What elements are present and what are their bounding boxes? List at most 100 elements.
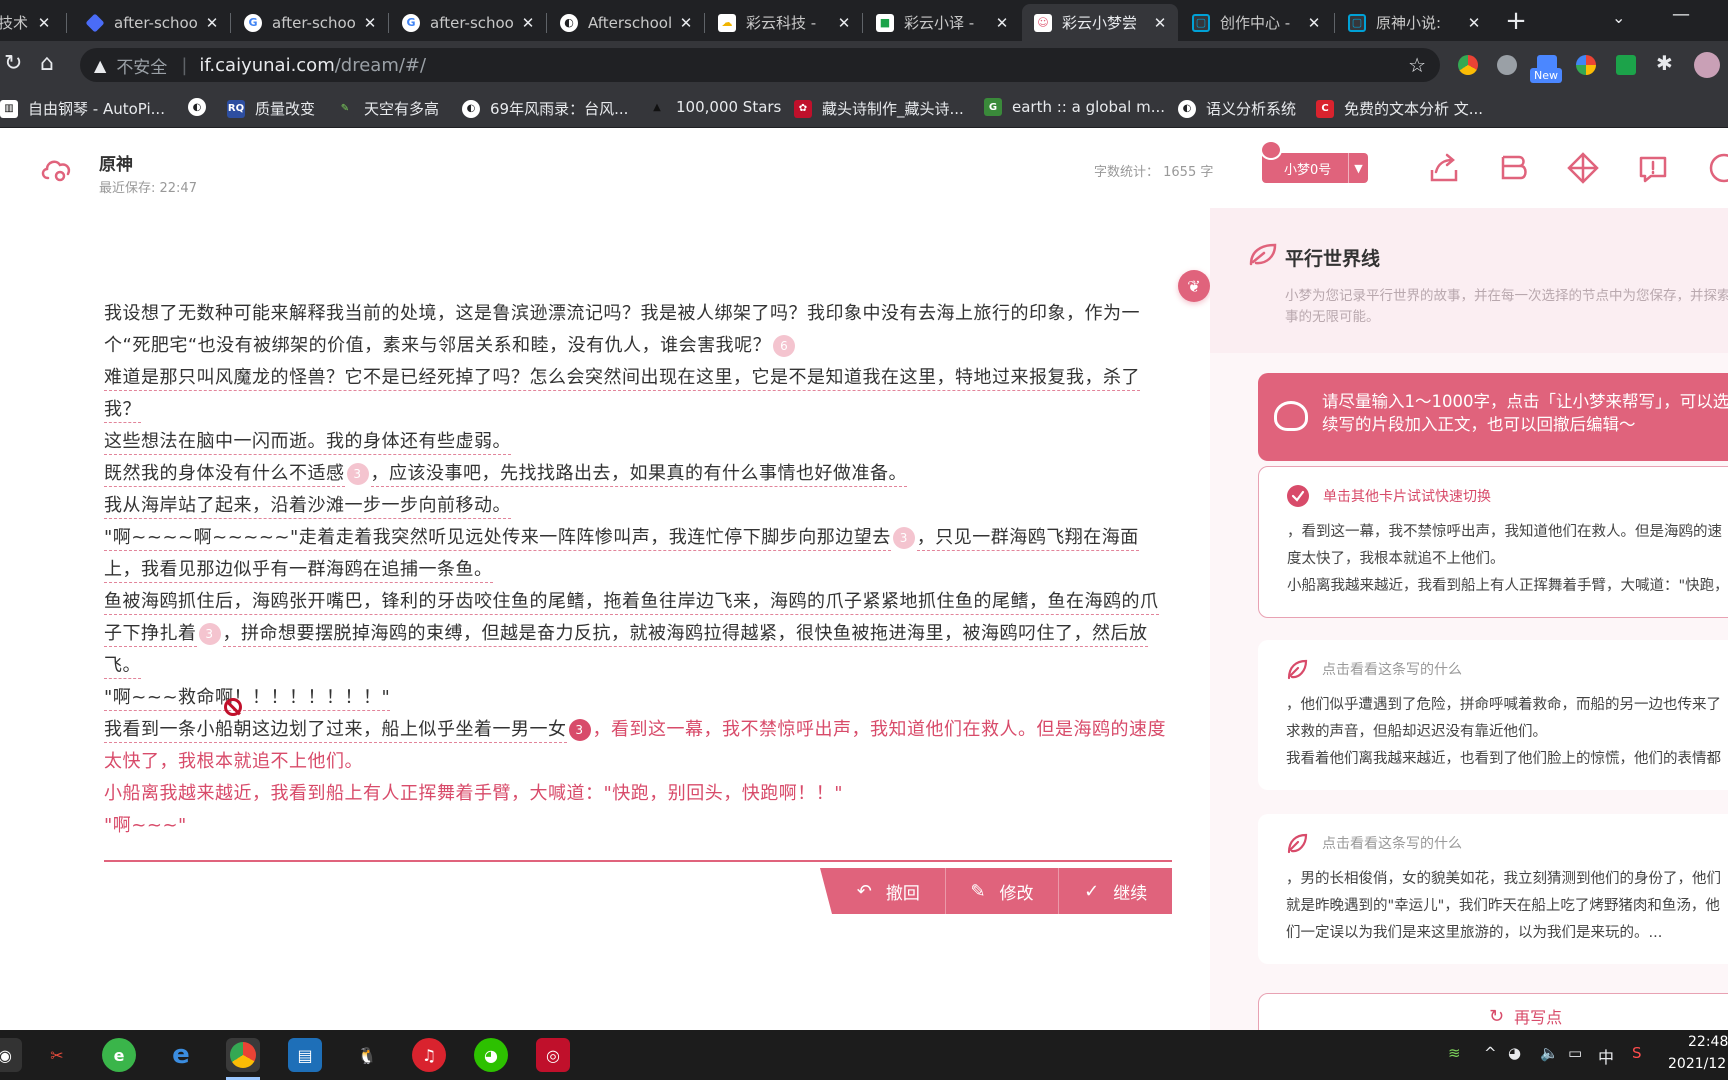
clock-date[interactable]: 2021/12 [1668, 1056, 1726, 1072]
feedback-icon[interactable] [1635, 150, 1671, 186]
version-count-badge[interactable]: 3 [568, 719, 591, 741]
outline-icon[interactable] [1495, 150, 1531, 186]
version-count-badge[interactable]: 6 [773, 335, 796, 357]
story-segment[interactable]: 我从海岸站了起来，沿着沙滩一步一步向前移动。 [104, 495, 511, 519]
browser-tab[interactable]: ■ 彩云小译 - ✕ [864, 4, 1020, 41]
story-paragraph[interactable]: 难道是那只叫风魔龙的怪兽？它不是已经死掉了吗？怎么会突然间出现在这里，它是不是知… [104, 362, 1172, 426]
puzzle-icon[interactable]: ✱ [1656, 51, 1673, 75]
bookmark-item[interactable]: C 免费的文本分析 文... [1316, 98, 1483, 119]
continue-button[interactable]: ✓ 继续 [1058, 868, 1172, 914]
version-count-badge[interactable]: 3 [198, 623, 221, 645]
story-segment[interactable]: "啊~~~~啊~~~~~"走着走着我突然听见远处传来一阵阵惨叫声，我连忙停下脚步… [104, 527, 891, 551]
story-editor[interactable]: 我设想了无数种可能来解释我当前的处境，这是鲁滨逊漂流记吗？我是被人绑架了吗？我印… [104, 298, 1172, 842]
story-segment[interactable]: 难道是那只叫风魔龙的怪兽？它不是已经死掉了吗？怎么会突然间出现在这里，它是不是知… [104, 367, 1140, 423]
bookmark-item[interactable]: RQ 质量改变 [227, 98, 315, 119]
rewrite-button[interactable]: ↻ 再写点 [1489, 1004, 1562, 1028]
document-title[interactable]: 原神 [99, 150, 133, 175]
close-icon[interactable]: ✕ [1152, 14, 1168, 32]
chevron-down-icon[interactable]: ⌄ [1612, 8, 1625, 27]
story-segment[interactable]: 我看到一条小船朝这边划了过来，船上似乎坐着一男一女 [104, 719, 567, 743]
close-icon[interactable]: ✕ [1306, 14, 1322, 32]
version-count-badge[interactable]: 3 [346, 463, 369, 485]
edit-button[interactable]: ✎ 修改 [944, 868, 1059, 914]
story-paragraph[interactable]: 小船离我越来越近，我看到船上有人正挥舞着手臂，大喊道："快跑，别回头，快跑啊！！… [104, 778, 1172, 810]
story-segment[interactable]: 我设想了无数种可能来解释我当前的处境，这是鲁滨逊漂流记吗？我是被人绑架了吗？我印… [104, 303, 1140, 358]
browser-tab[interactable]: 技术 - ✕ [0, 4, 62, 41]
explorer-icon[interactable]: ▤ [288, 1038, 322, 1072]
home-icon[interactable]: ⌂ [40, 51, 54, 76]
chevron-down-icon[interactable]: ▼ [1348, 153, 1368, 183]
story-paragraph[interactable]: "啊~~~~啊~~~~~"走着走着我突然听见远处传来一阵阵惨叫声，我连忙停下脚步… [104, 522, 1172, 586]
story-segment[interactable]: 这些想法在脑中一闪而逝。我的身体还有些虚弱。 [104, 431, 511, 455]
browser-tab[interactable]: ▢ 原神小说: ✕ [1336, 4, 1492, 41]
extension-icon[interactable] [1576, 55, 1596, 75]
browser-tab[interactable]: G after-schoo ✕ [390, 4, 546, 41]
url-path[interactable]: /dream/#/ [335, 55, 426, 76]
generated-text-segment[interactable]: 小船离我越来越近，我看到船上有人正挥舞着手臂，大喊道："快跑，别回头，快跑啊！！… [104, 783, 843, 806]
bookmark-item[interactable]: ✿ 藏头诗制作_藏头诗... [794, 98, 964, 119]
qq-icon[interactable]: 🐧 [350, 1038, 384, 1072]
url-host[interactable]: if.caiyunai.com [199, 55, 334, 76]
tool-icon[interactable]: ✂ [40, 1038, 74, 1072]
ie-icon[interactable]: e [164, 1038, 198, 1072]
chevron-up-icon[interactable]: ^ [1484, 1044, 1497, 1062]
close-icon[interactable]: ✕ [204, 14, 220, 32]
story-paragraph[interactable]: "啊~~~救命啊！！！！！！！！" [104, 682, 1172, 714]
story-paragraph[interactable]: 既然我的身体没有什么不适感 3 ，应该没事吧，先找找路出去，如果真的有什么事情也好做… [104, 458, 1172, 490]
story-paragraph[interactable]: 鱼被海鸥抓住后，海鸥张开嘴巴，锋利的牙齿咬住鱼的尾鳍，拖着鱼往岸边飞来，海鸥的爪… [104, 586, 1172, 682]
start-icon[interactable]: ◉ [0, 1038, 22, 1072]
bookmark-item[interactable]: ✎ 天空有多高 [336, 98, 439, 119]
story-paragraph[interactable]: "啊~~~" [104, 810, 1172, 842]
bookmark-item[interactable]: ▥ 自由钢琴 - AutoPi... [0, 98, 165, 119]
close-icon[interactable]: ✕ [836, 14, 852, 32]
ime-indicator[interactable]: 中 [1598, 1044, 1614, 1068]
story-segment[interactable]: ，拼命想要摆脱掉海鸥的束缚，但越是奋力反抗，就被海鸥拉得越紧，很快鱼被拖进海里，… [104, 623, 1148, 679]
reload-icon[interactable]: ↻ [4, 51, 22, 76]
s-icon[interactable]: S [1632, 1044, 1642, 1062]
wifi-icon[interactable]: ≋ [1448, 1044, 1461, 1062]
browser-tab[interactable]: G after-schoo ✕ [232, 4, 388, 41]
volume-icon[interactable]: 🔈 [1540, 1044, 1559, 1062]
browser-green-icon[interactable]: e [102, 1038, 136, 1072]
close-icon[interactable]: ✕ [1466, 14, 1482, 32]
bookmark-item[interactable]: ◐ [188, 98, 216, 116]
close-icon[interactable]: ✕ [362, 14, 378, 32]
bookmark-item[interactable]: ▲ 100,000 Stars [648, 98, 781, 116]
avatar[interactable] [1694, 52, 1720, 78]
bookmark-item[interactable]: ◐ 语义分析系统 [1178, 98, 1296, 119]
address-bar[interactable]: ▲ 不安全 | if.caiyunai.com /dream/#/ ☆ [80, 48, 1440, 82]
story-paragraph[interactable]: 这些想法在脑中一闪而逝。我的身体还有些虚弱。 [104, 426, 1172, 458]
browser-tab-active[interactable]: ☺ 彩云小梦尝 ✕ [1022, 4, 1178, 41]
new-tab-button[interactable]: + [1502, 8, 1530, 36]
candidate-card-selected[interactable]: 单击其他卡片试试快速切换 ，看到这一幕，我不禁惊呼出声，我知道他们在救人。但是海… [1258, 466, 1728, 618]
recorder-icon[interactable]: ◎ [536, 1038, 570, 1072]
compass-icon[interactable] [1565, 150, 1601, 186]
wechat-tray-icon[interactable]: ◕ [1508, 1044, 1521, 1062]
browser-tab[interactable]: ◐ Afterschool ✕ [548, 4, 704, 41]
close-icon[interactable]: ✕ [36, 14, 52, 32]
clock-time[interactable]: 22:48 [1688, 1034, 1728, 1050]
close-icon[interactable]: ✕ [520, 14, 536, 32]
candidate-card[interactable]: 点击看看这条写的什么 ，男的长相俊俏，女的貌美如花，我立刻猜测到他们的身份了，他… [1258, 814, 1728, 964]
netease-music-icon[interactable]: ♫ [412, 1038, 446, 1072]
chrome-icon[interactable] [226, 1038, 260, 1080]
story-paragraph[interactable]: 我看到一条小船朝这边划了过来，船上似乎坐着一男一女 3 ，看到这一幕，我不禁惊呼出声… [104, 714, 1172, 778]
story-segment[interactable]: "啊~~~救命啊！！！！！！！！" [104, 687, 391, 711]
user-icon[interactable] [1706, 150, 1728, 186]
cloud-logo-icon[interactable] [40, 156, 72, 182]
browser-tab[interactable]: after-schoo ✕ [74, 4, 230, 41]
chrome-extension-icon[interactable] [1458, 55, 1478, 75]
story-segment[interactable]: 既然我的身体没有什么不适感 [104, 463, 345, 487]
story-paragraph[interactable]: 我设想了无数种可能来解释我当前的处境，这是鲁滨逊漂流记吗？我是被人绑架了吗？我印… [104, 298, 1172, 362]
browser-tab[interactable]: ☁ 彩云科技 - ✕ [706, 4, 862, 41]
warning-icon[interactable]: ▲ [94, 56, 106, 75]
wechat-icon[interactable]: ◕ [474, 1038, 508, 1072]
battery-icon[interactable]: ▭ [1568, 1044, 1582, 1062]
bookmark-item[interactable]: G earth :: a global m... [984, 98, 1165, 116]
security-status[interactable]: 不安全 [116, 53, 167, 78]
undo-button[interactable]: ↶ 撤回 [820, 868, 945, 914]
version-count-badge[interactable]: 3 [892, 527, 915, 549]
minimize-icon[interactable]: — [1672, 4, 1690, 25]
leaf-marker-icon[interactable]: ❦ [1178, 270, 1210, 302]
story-paragraph[interactable]: 我从海岸站了起来，沿着沙滩一步一步向前移动。 [104, 490, 1172, 522]
